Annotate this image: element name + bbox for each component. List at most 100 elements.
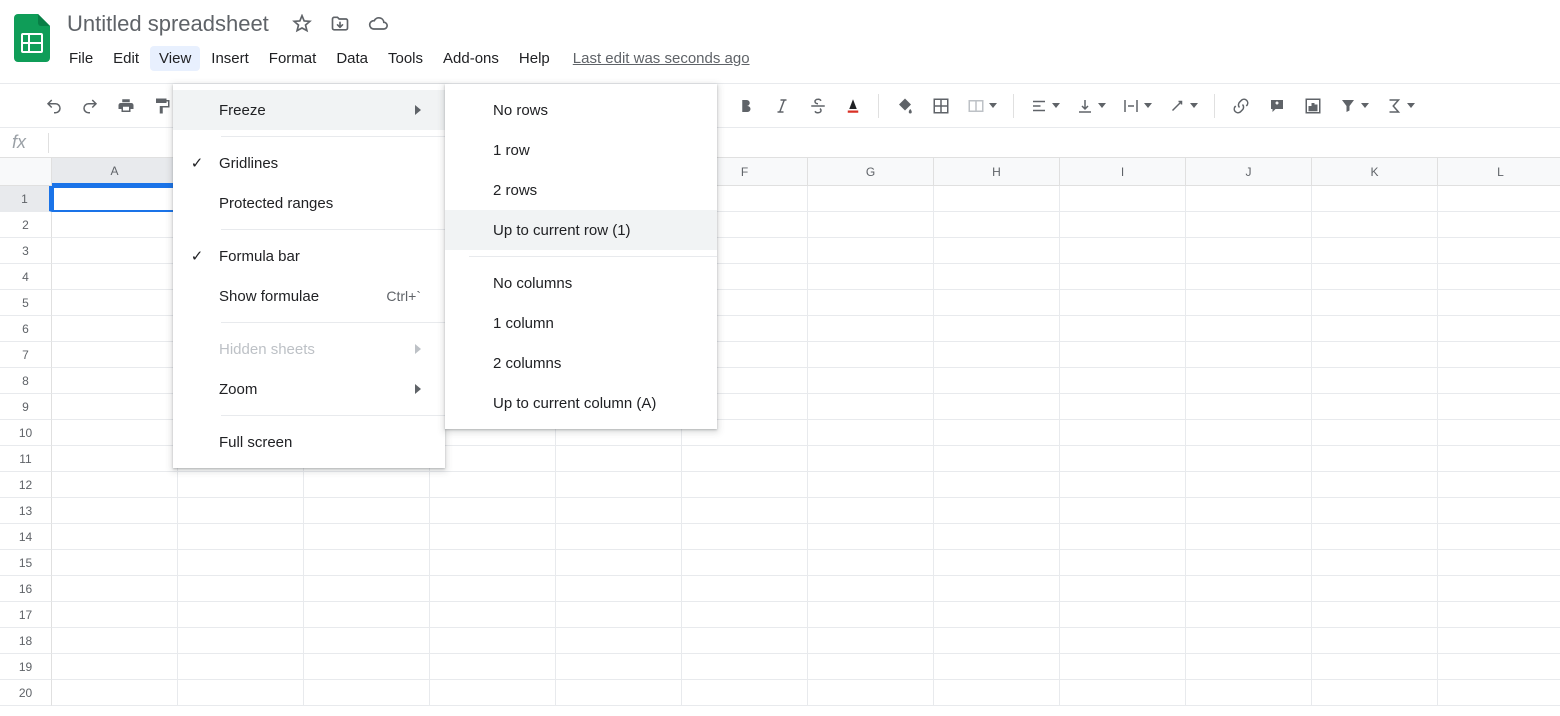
sheets-logo[interactable]: [12, 12, 52, 64]
row-header[interactable]: 1: [0, 186, 52, 212]
cloud-status-icon[interactable]: [366, 12, 390, 36]
undo-button[interactable]: [40, 92, 68, 120]
cell[interactable]: [304, 680, 430, 706]
cell[interactable]: [178, 654, 304, 680]
cell[interactable]: [808, 602, 934, 628]
cell[interactable]: [1438, 420, 1560, 446]
cell[interactable]: [934, 680, 1060, 706]
cell[interactable]: [808, 680, 934, 706]
italic-button[interactable]: [768, 92, 796, 120]
cell[interactable]: [52, 446, 178, 472]
cell[interactable]: [556, 446, 682, 472]
menu-file[interactable]: File: [60, 46, 102, 71]
doc-title[interactable]: Untitled spreadsheet: [60, 8, 276, 40]
merge-button[interactable]: [963, 92, 1001, 120]
menu-view[interactable]: View: [150, 46, 200, 71]
wrap-button[interactable]: [1118, 92, 1156, 120]
row-header[interactable]: 4: [0, 264, 52, 290]
select-all-corner[interactable]: [0, 158, 52, 186]
cell[interactable]: [1438, 524, 1560, 550]
cell[interactable]: [304, 472, 430, 498]
print-button[interactable]: [112, 92, 140, 120]
cell[interactable]: [52, 212, 178, 238]
h-align-button[interactable]: [1026, 92, 1064, 120]
comment-button[interactable]: [1263, 92, 1291, 120]
cell[interactable]: [808, 446, 934, 472]
cell[interactable]: [52, 680, 178, 706]
menu-help[interactable]: Help: [510, 46, 559, 71]
cell[interactable]: [1312, 342, 1438, 368]
star-icon[interactable]: [290, 12, 314, 36]
cell[interactable]: [808, 186, 934, 212]
cell[interactable]: [808, 654, 934, 680]
row-header[interactable]: 8: [0, 368, 52, 394]
borders-button[interactable]: [927, 92, 955, 120]
row-header[interactable]: 14: [0, 524, 52, 550]
strike-button[interactable]: [804, 92, 832, 120]
view-show-formulae-item[interactable]: Show formulae Ctrl+`: [173, 276, 445, 316]
v-align-button[interactable]: [1072, 92, 1110, 120]
move-folder-icon[interactable]: [328, 12, 352, 36]
cell[interactable]: [556, 654, 682, 680]
cell[interactable]: [1186, 446, 1312, 472]
cell[interactable]: [178, 524, 304, 550]
col-header[interactable]: A: [52, 158, 178, 186]
cell[interactable]: [1186, 524, 1312, 550]
cell[interactable]: [808, 394, 934, 420]
cell[interactable]: [52, 576, 178, 602]
filter-button[interactable]: [1335, 92, 1373, 120]
cell[interactable]: [1060, 290, 1186, 316]
cell[interactable]: [178, 472, 304, 498]
row-header[interactable]: 12: [0, 472, 52, 498]
cell[interactable]: [556, 550, 682, 576]
cell[interactable]: [1312, 576, 1438, 602]
cell[interactable]: [178, 602, 304, 628]
cell[interactable]: [934, 576, 1060, 602]
cell[interactable]: [1060, 628, 1186, 654]
cell[interactable]: [1312, 394, 1438, 420]
cell[interactable]: [52, 524, 178, 550]
cell[interactable]: [808, 238, 934, 264]
cell[interactable]: [1312, 186, 1438, 212]
cell[interactable]: [1438, 498, 1560, 524]
menu-tools[interactable]: Tools: [379, 46, 432, 71]
cell[interactable]: [304, 550, 430, 576]
cell[interactable]: [1438, 342, 1560, 368]
cell[interactable]: [1060, 550, 1186, 576]
cell[interactable]: [52, 550, 178, 576]
cell[interactable]: [808, 498, 934, 524]
cell[interactable]: [808, 576, 934, 602]
cell[interactable]: [556, 602, 682, 628]
cell[interactable]: [430, 576, 556, 602]
cell[interactable]: [52, 472, 178, 498]
cell[interactable]: [1186, 420, 1312, 446]
row-header[interactable]: 6: [0, 316, 52, 342]
cell[interactable]: [682, 680, 808, 706]
row-header[interactable]: 17: [0, 602, 52, 628]
cell[interactable]: [430, 628, 556, 654]
cell[interactable]: [304, 498, 430, 524]
cell[interactable]: [1060, 316, 1186, 342]
freeze-2-cols-item[interactable]: 2 columns: [445, 343, 717, 383]
cell[interactable]: [934, 602, 1060, 628]
row-header[interactable]: 11: [0, 446, 52, 472]
row-header[interactable]: 9: [0, 394, 52, 420]
fill-color-button[interactable]: [891, 92, 919, 120]
cell[interactable]: [1186, 394, 1312, 420]
cell[interactable]: [682, 654, 808, 680]
cell[interactable]: [304, 524, 430, 550]
cell[interactable]: [1312, 602, 1438, 628]
cell[interactable]: [934, 186, 1060, 212]
cell[interactable]: [304, 576, 430, 602]
cell[interactable]: [1438, 628, 1560, 654]
cell[interactable]: [1438, 446, 1560, 472]
cell[interactable]: [556, 524, 682, 550]
cell[interactable]: [934, 342, 1060, 368]
functions-button[interactable]: [1381, 92, 1419, 120]
cell[interactable]: [1312, 212, 1438, 238]
cell[interactable]: [1060, 576, 1186, 602]
col-header[interactable]: L: [1438, 158, 1560, 186]
cell[interactable]: [1438, 316, 1560, 342]
cell[interactable]: [52, 420, 178, 446]
cell[interactable]: [304, 654, 430, 680]
